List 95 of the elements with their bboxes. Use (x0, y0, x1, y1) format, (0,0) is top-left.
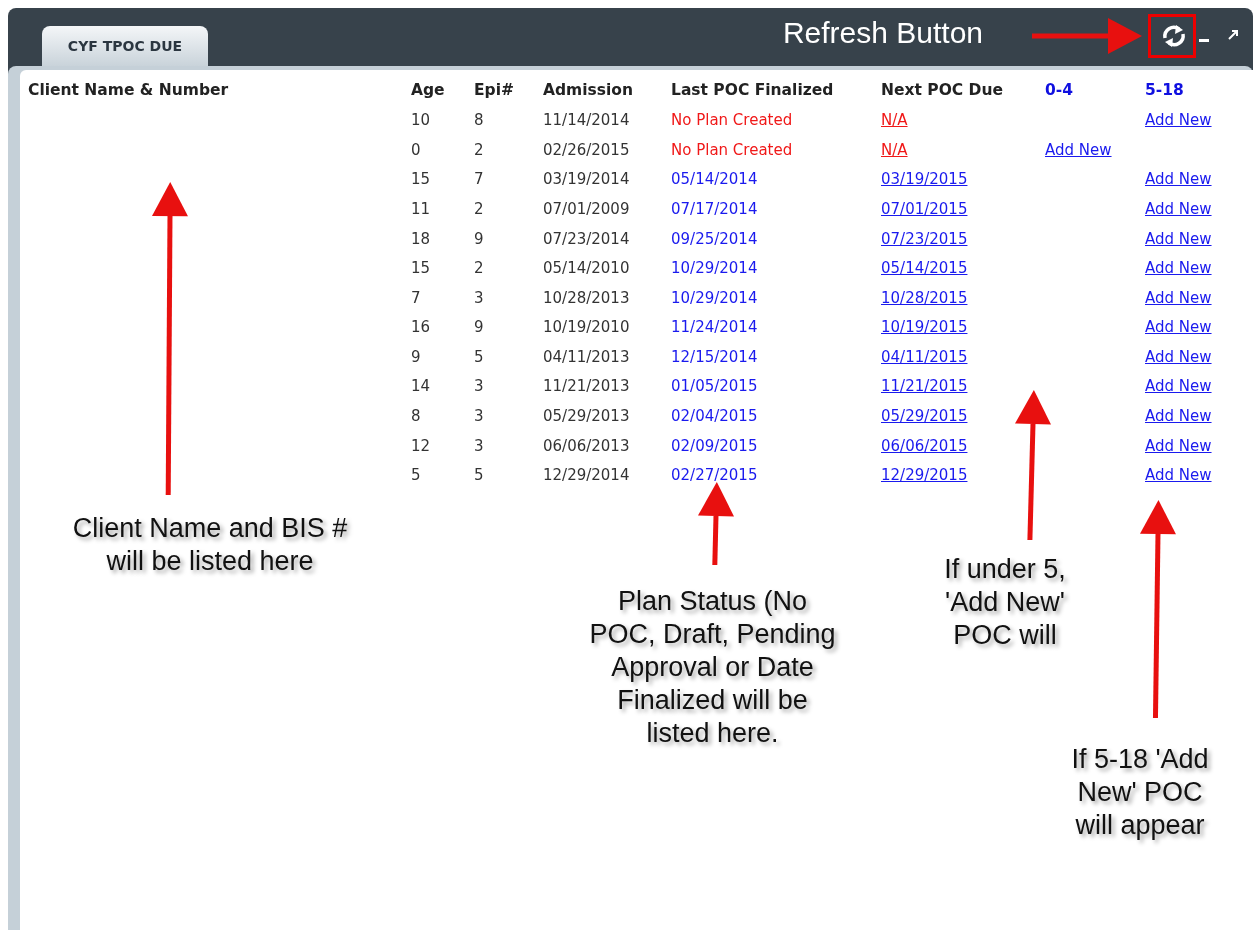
table-cell-text: 9 (474, 228, 484, 250)
plan-status: 11/24/2014 (671, 317, 758, 339)
add-new-link[interactable]: Add New (1145, 316, 1212, 339)
next-due-link[interactable]: 05/29/2015 (881, 405, 968, 428)
add-new-link[interactable]: Add New (1145, 375, 1212, 398)
add-new-link[interactable]: Add New (1145, 434, 1212, 458)
annotation-text: Client Name and BIS # will be listed here (71, 512, 349, 578)
add-new-link[interactable]: Add New (1145, 286, 1212, 310)
table-cell-text: 12/29/2014 (543, 465, 630, 487)
table-cell-text: 18 (411, 228, 431, 250)
table-cell-text: 3 (474, 376, 484, 398)
plan-status: 07/17/2014 (671, 198, 758, 220)
column-header: 5-18 (1145, 80, 1184, 102)
table-cell-text: 05/14/2010 (543, 258, 630, 280)
refresh-icon[interactable] (1161, 24, 1187, 48)
table-cell-text: 8 (411, 406, 421, 428)
next-due-link[interactable]: N/A (881, 138, 908, 162)
table-cell-text: 15 (411, 169, 431, 191)
table-cell-text: 10 (411, 110, 431, 132)
table-cell-text: 12 (411, 435, 431, 457)
table-cell-text: 11/14/2014 (543, 110, 630, 132)
next-due-link[interactable]: 04/11/2015 (881, 345, 968, 369)
table-cell-text: 3 (474, 406, 484, 428)
table-cell-text: 2 (474, 258, 484, 280)
add-new-link[interactable]: Add New (1145, 257, 1212, 280)
next-due-link[interactable]: 10/19/2015 (881, 316, 968, 339)
table-cell-text: 07/23/2014 (543, 228, 630, 250)
plan-status: 10/29/2014 (671, 287, 758, 309)
column-header: 0-4 (1045, 80, 1073, 102)
add-new-link[interactable]: Add New (1145, 168, 1212, 191)
expand-icon[interactable] (1228, 30, 1238, 40)
table-cell-text: 7 (411, 287, 421, 309)
table-cell-text: 11/21/2013 (543, 376, 630, 398)
table-cell-text: 10/19/2010 (543, 317, 630, 339)
plan-status: 12/15/2014 (671, 346, 758, 368)
plan-status: 02/09/2015 (671, 435, 758, 457)
next-due-link[interactable]: 05/14/2015 (881, 257, 968, 280)
table-cell-text: 5 (474, 465, 484, 487)
table-cell-text: 03/19/2014 (543, 169, 630, 191)
table-cell-text: 05/29/2013 (543, 406, 630, 428)
plan-status: 10/29/2014 (671, 258, 758, 280)
table-cell-text: 07/01/2009 (543, 198, 630, 220)
tab[interactable]: CYF TPOC DUE (42, 26, 208, 66)
next-due-link[interactable]: 03/19/2015 (881, 168, 968, 191)
add-new-link[interactable]: Add New (1145, 109, 1212, 132)
plan-status: 05/14/2014 (671, 169, 758, 191)
column-header: Next POC Due (881, 80, 1003, 102)
add-new-link[interactable]: Add New (1145, 345, 1212, 369)
next-due-link[interactable]: 12/29/2015 (881, 464, 968, 487)
plan-status: No Plan Created (671, 110, 793, 132)
table-cell-text: 11 (411, 198, 431, 220)
table-cell-text: 8 (474, 110, 484, 132)
annotation-label: Refresh Button (781, 16, 985, 49)
next-due-link[interactable]: 10/28/2015 (881, 286, 968, 310)
annotation-text: If 5-18 'Add New' POC will appear (1070, 743, 1210, 842)
next-due-link[interactable]: 11/21/2015 (881, 375, 968, 398)
next-due-link[interactable]: 07/01/2015 (881, 197, 968, 221)
table-cell-text: 2 (474, 139, 484, 161)
column-header: Client Name & Number (28, 80, 229, 102)
next-due-link[interactable]: 06/06/2015 (881, 434, 968, 458)
add-new-link[interactable]: Add New (1145, 464, 1212, 487)
annotation-text: Plan Status (No POC, Draft, Pending Approval or Date Finalized will be listed here. (588, 585, 837, 750)
table-cell-text: 15 (411, 258, 431, 280)
table-cell-text: 5 (474, 346, 484, 368)
table-cell-text: 02/26/2015 (543, 139, 630, 161)
plan-status: 01/05/2015 (671, 376, 758, 398)
table-cell-text: 7 (474, 169, 484, 191)
add-new-link[interactable]: Add New (1145, 197, 1212, 221)
highlight-frame (1148, 14, 1196, 58)
add-new-link[interactable]: Add New (1145, 227, 1212, 250)
column-header: Last POC Finalized (671, 80, 834, 102)
next-due-link[interactable]: N/A (881, 109, 908, 132)
add-new-link[interactable]: Add New (1145, 405, 1212, 428)
column-header: Age (411, 80, 445, 102)
table-cell-text: 16 (411, 317, 431, 339)
add-new-link[interactable]: Add New (1045, 138, 1112, 162)
table-cell-text: 14 (411, 376, 431, 398)
table-cell-text: 5 (411, 465, 421, 487)
table-cell-text: 3 (474, 287, 484, 309)
column-header: Epi# (474, 80, 514, 102)
table-cell-text: 10/28/2013 (543, 287, 630, 309)
table-cell-text: 9 (474, 317, 484, 339)
next-due-link[interactable]: 07/23/2015 (881, 227, 968, 250)
table-cell-text: 06/06/2013 (543, 435, 630, 457)
table-cell-text: 3 (474, 435, 484, 457)
table-cell-text: 04/11/2013 (543, 346, 630, 368)
plan-status: No Plan Created (671, 139, 793, 161)
plan-status: 02/27/2015 (671, 465, 758, 487)
column-header: Admission (543, 80, 633, 102)
plan-status: 09/25/2014 (671, 228, 758, 250)
table-cell-text: 9 (411, 346, 421, 368)
table-cell-text: 2 (474, 198, 484, 220)
annotation-text: If under 5, 'Add New' POC will (943, 553, 1067, 652)
table-cell-text: 0 (411, 139, 421, 161)
plan-status: 02/04/2015 (671, 406, 758, 428)
